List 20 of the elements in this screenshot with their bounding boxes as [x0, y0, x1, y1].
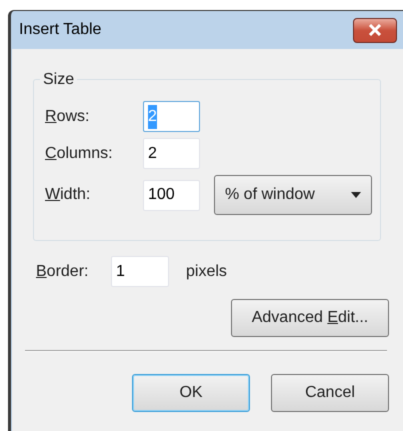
field-value: 1 [116, 262, 125, 282]
close-button[interactable] [353, 18, 397, 42]
field-label: Rows: [45, 106, 90, 126]
text-field[interactable]: 100 [143, 180, 200, 210]
field-label: Width: [45, 185, 92, 205]
unit-label: pixels [186, 262, 227, 282]
field-value: 2 [148, 144, 157, 164]
advanced-edit-button[interactable]: Advanced Edit... [231, 299, 389, 337]
field-label: Border: [36, 262, 90, 282]
cancel-button[interactable]: Cancel [271, 374, 389, 412]
text-field[interactable]: 1 [111, 256, 169, 287]
caret-icon [351, 192, 361, 198]
text-field[interactable]: 2 [143, 138, 200, 169]
close-icon [368, 24, 382, 36]
field-value: 100 [148, 185, 175, 205]
window-title: Insert Table [19, 20, 102, 40]
unit-dropdown[interactable]: % of window [214, 175, 372, 215]
field-value: 2 [148, 104, 157, 128]
field-label: Columns: [45, 144, 114, 164]
ok-button[interactable]: OK [132, 374, 250, 412]
